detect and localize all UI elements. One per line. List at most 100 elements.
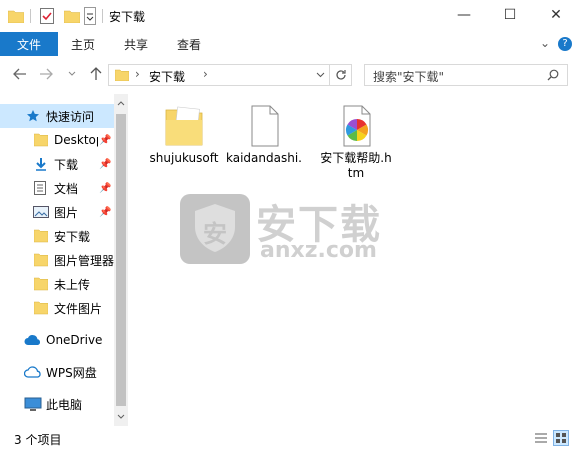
nav-label: 图片管理器 [54,253,114,268]
status-bar: 3 个项目 [0,426,579,450]
arrow-right-icon [40,68,53,80]
nav-label: 此电脑 [46,397,83,412]
arrow-left-icon [13,68,26,80]
item-count: 3 个项目 [14,433,62,447]
ribbon-tabs: 文件 主页 共享 查看 ⌄ ? [0,32,579,57]
nav-label: 下载 [54,157,79,172]
folder-icon [34,133,48,147]
nav-item-onedrive[interactable]: OneDrive [0,328,114,352]
file-item[interactable]: kaidandashi. [226,104,302,166]
pin-icon: 📌 [99,158,112,170]
nav-label: Desktop [54,133,98,147]
divider [102,9,103,23]
maximize-button[interactable]: ☐ [487,0,533,30]
nav-label: OneDrive [46,333,103,347]
file-item[interactable]: shujukusoft [146,104,222,166]
nav-label: 文档 [54,181,79,196]
recent-locations-button[interactable] [62,64,82,84]
folder-icon [34,253,48,267]
window-title: 安下载 [109,10,146,24]
address-bar[interactable]: › 安下载 › [108,64,352,86]
nav-label: 文件图片 [54,301,103,316]
file-name: shujukusoft [149,151,219,165]
picture-icon [33,206,49,218]
pin-icon: 📌 [99,134,112,146]
search-icon [547,69,559,81]
chevron-down-icon [68,71,76,76]
navigation-pane: 快速访问 Desktop 📌 下载 📌 文档 📌 图片 📌 安下载 图片管理器 … [0,94,128,426]
address-bar-row: › 安下载 › 搜索"安下载" [0,56,579,94]
breadcrumb[interactable]: 安下载 [149,68,185,85]
up-button[interactable] [86,64,106,84]
chevron-right-icon[interactable]: › [135,67,140,81]
help-icon[interactable]: ? [558,37,572,51]
close-button[interactable]: ✕ [533,0,579,30]
file-list: 安 安下载 anxz.com shujukusoft kaidandashi. [130,94,579,426]
nav-item-pictures[interactable]: 图片 📌 [0,200,114,224]
file-name: kaidandashi. [226,151,302,165]
divider [329,65,330,85]
large-icons-view-button[interactable] [553,430,569,446]
divider [30,9,31,23]
file-name: 安下载帮助.htm [320,151,392,180]
pin-icon: 📌 [99,182,112,194]
nav-item-documents[interactable]: 文档 📌 [0,176,114,200]
properties-icon[interactable] [40,6,54,26]
file-item[interactable]: 安下载帮助.htm [318,104,394,181]
chevron-down-icon [316,72,325,78]
nav-item-anxiazai[interactable]: 安下载 [0,224,114,248]
tab-file[interactable]: 文件 [0,32,58,56]
cloud-outline-icon [24,366,41,378]
scrollbar-thumb[interactable] [116,114,126,406]
title-bar: 安下载 — ☐ ✕ [0,0,579,32]
folder-icon[interactable] [8,6,24,26]
folder-icon [34,301,48,315]
large-icons-view-icon [556,433,566,443]
nav-item-picture-manager[interactable]: 图片管理器 [0,248,114,272]
blank-file-icon [251,105,279,147]
details-view-icon [535,433,547,443]
chevron-up-icon [117,101,125,106]
nav-item-quick-access[interactable]: 快速访问 [0,104,114,128]
nav-item-desktop[interactable]: Desktop 📌 [0,128,114,152]
search-input[interactable]: 搜索"安下载" [364,64,568,86]
nav-item-this-pc[interactable]: 此电脑 [0,392,114,416]
watermark: 安 安下载 anxz.com [180,194,380,267]
star-icon [27,110,39,122]
cloud-icon [24,335,41,345]
minimize-button[interactable]: — [441,0,487,30]
tab-view[interactable]: 查看 [177,32,201,56]
nav-scrollbar[interactable] [114,94,128,426]
nav-label: 快速访问 [46,109,95,124]
nav-item-wps-drive[interactable]: WPS网盘 [0,360,114,384]
arrow-up-icon [90,67,102,80]
refresh-icon [336,70,346,80]
nav-item-not-uploaded[interactable]: 未上传 [0,272,114,296]
customize-toolbar-icon[interactable] [84,6,96,26]
nav-label: 图片 [54,205,79,220]
chevron-down-icon [117,414,125,419]
watermark-badge-text: 安 [203,220,227,248]
computer-icon [24,397,42,411]
search-placeholder: 搜索"安下载" [373,70,445,84]
details-view-button[interactable] [533,430,549,446]
pin-icon: 📌 [99,206,112,218]
back-button[interactable] [10,64,30,84]
nav-item-file-pictures[interactable]: 文件图片 [0,296,114,320]
tab-share[interactable]: 共享 [124,32,148,56]
folder-icon [115,69,129,81]
tab-home[interactable]: 主页 [71,32,95,56]
download-arrow-icon [36,158,46,171]
folder-icon [165,106,203,146]
folder-icon [34,277,48,291]
nav-item-downloads[interactable]: 下载 📌 [0,152,114,176]
nav-label: 安下载 [54,229,91,244]
htm-file-icon [343,105,371,147]
chevron-right-icon[interactable]: › [203,67,208,81]
forward-button[interactable] [36,64,56,84]
nav-label: 未上传 [54,277,91,292]
folder-icon [34,229,48,243]
new-folder-icon[interactable] [64,6,80,26]
nav-label: WPS网盘 [46,365,97,380]
ribbon-expand-icon[interactable]: ⌄ [540,36,550,50]
